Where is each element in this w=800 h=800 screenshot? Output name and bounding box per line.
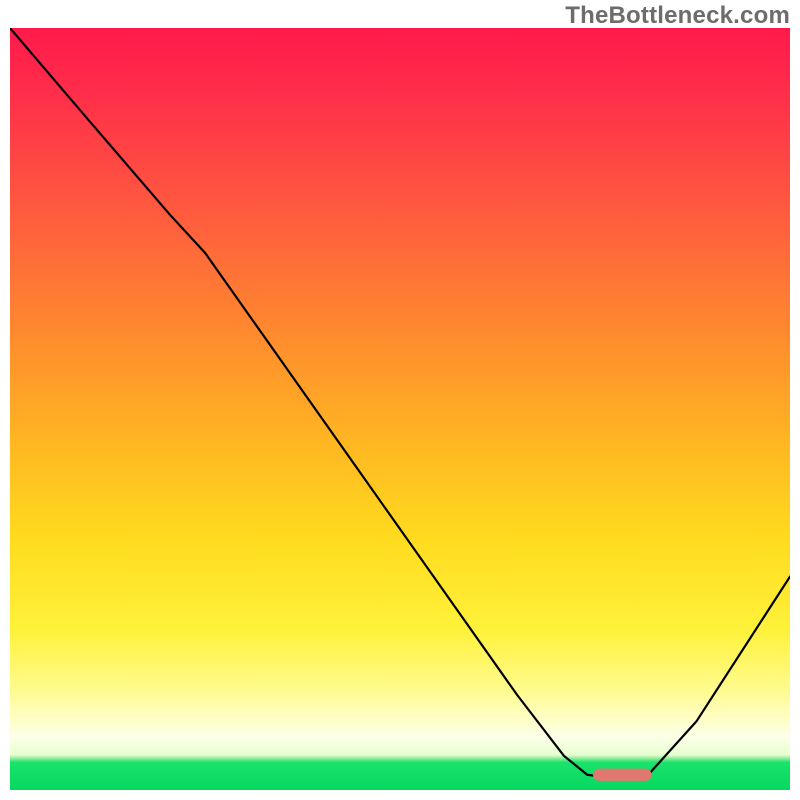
plot-area xyxy=(10,28,790,790)
watermark-text: TheBottleneck.com xyxy=(565,2,790,30)
chart-svg xyxy=(10,28,790,790)
bottleneck-chart: TheBottleneck.com xyxy=(0,0,800,800)
optimal-marker xyxy=(593,769,652,781)
bottleneck-curve xyxy=(10,28,790,778)
